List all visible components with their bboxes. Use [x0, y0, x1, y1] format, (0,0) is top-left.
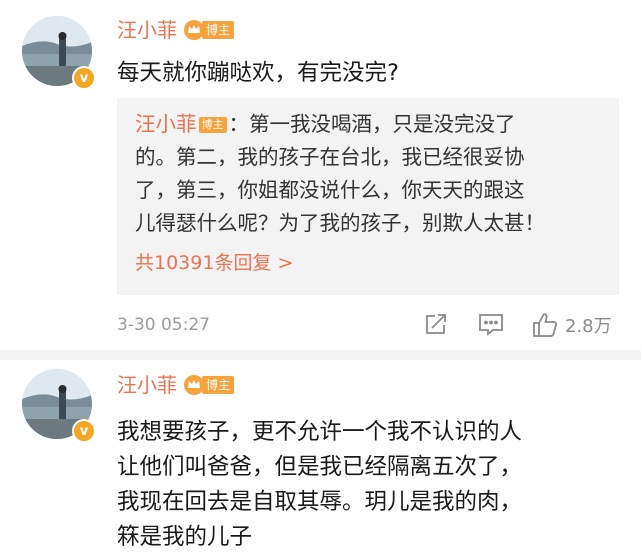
reply-blogger-badge: 博主 [198, 117, 227, 133]
comment-text: 我想要孩子，更不允许一个我不认识的人 让他们叫爸爸，但是我已经隔离五次了， 我现… [117, 415, 617, 555]
author-name[interactable]: 汪小菲 [117, 16, 177, 44]
blogger-label: 博主 [202, 376, 235, 394]
reply-line: ：第一我没喝酒，只是没完没了 [228, 112, 516, 136]
blogger-label: 博主 [202, 21, 235, 39]
avatar[interactable]: v [22, 369, 98, 445]
author-row: 汪小菲 博主 [117, 371, 235, 399]
reply-button[interactable] [477, 311, 505, 337]
comment-line: 箖是我的儿子 [117, 524, 253, 550]
comment-line: 让他们叫爸爸，但是我已经隔离五次了， [117, 454, 523, 480]
verified-badge-icon: v [72, 419, 96, 443]
reply-line: 了，第三，你姐都没说什么，你天天的跟这 [135, 178, 525, 202]
view-all-replies-link[interactable]: 共10391条回复 > [135, 248, 603, 278]
comment-icon [479, 314, 503, 336]
comment-text: 每天就你蹦哒欢，有完没完? [117, 60, 399, 86]
like-button[interactable]: 2.8万 [531, 311, 612, 339]
avatar[interactable]: v [22, 16, 98, 92]
verified-badge-icon: v [72, 66, 96, 90]
blogger-badge: 博主 [183, 374, 235, 396]
thumbs-up-icon [533, 313, 558, 337]
author-row: 汪小菲 博主 [117, 16, 235, 44]
comment-meta: 3-30 05:27 2.8万 [117, 311, 627, 339]
author-name[interactable]: 汪小菲 [117, 371, 177, 399]
comment-line: 我现在回去是自取其辱。玥儿是我的肉， [117, 489, 523, 515]
reply-line: 的。第二，我的孩子在台北，我已经很妥协 [135, 145, 525, 169]
comment-item: v 汪小菲 博主 每天就你蹦哒欢，有完没完? 汪小菲 博主 ：第一我没喝酒，只是没完… [0, 0, 641, 355]
like-count: 2.8万 [565, 316, 612, 337]
share-button[interactable] [423, 311, 449, 337]
reply-author-name[interactable]: 汪小菲 [135, 112, 197, 136]
comment-line: 我想要孩子，更不允许一个我不认识的人 [117, 419, 523, 445]
comment-item: v 汪小菲 博主 我想要孩子，更不允许一个我不认识的人 让他们叫爸爸，但是我已经… [0, 355, 641, 560]
share-icon [426, 314, 446, 334]
blogger-badge: 博主 [183, 19, 235, 41]
reply-text: 汪小菲 博主 ：第一我没喝酒，只是没完没了 的。第二，我的孩子在台北，我已经很妥协 … [135, 108, 603, 240]
reply-preview[interactable]: 汪小菲 博主 ：第一我没喝酒，只是没完没了 的。第二，我的孩子在台北，我已经很妥协 … [117, 98, 619, 295]
reply-line: 儿得瑟什么呢？为了我的孩子，别欺人太甚！ [135, 211, 545, 235]
